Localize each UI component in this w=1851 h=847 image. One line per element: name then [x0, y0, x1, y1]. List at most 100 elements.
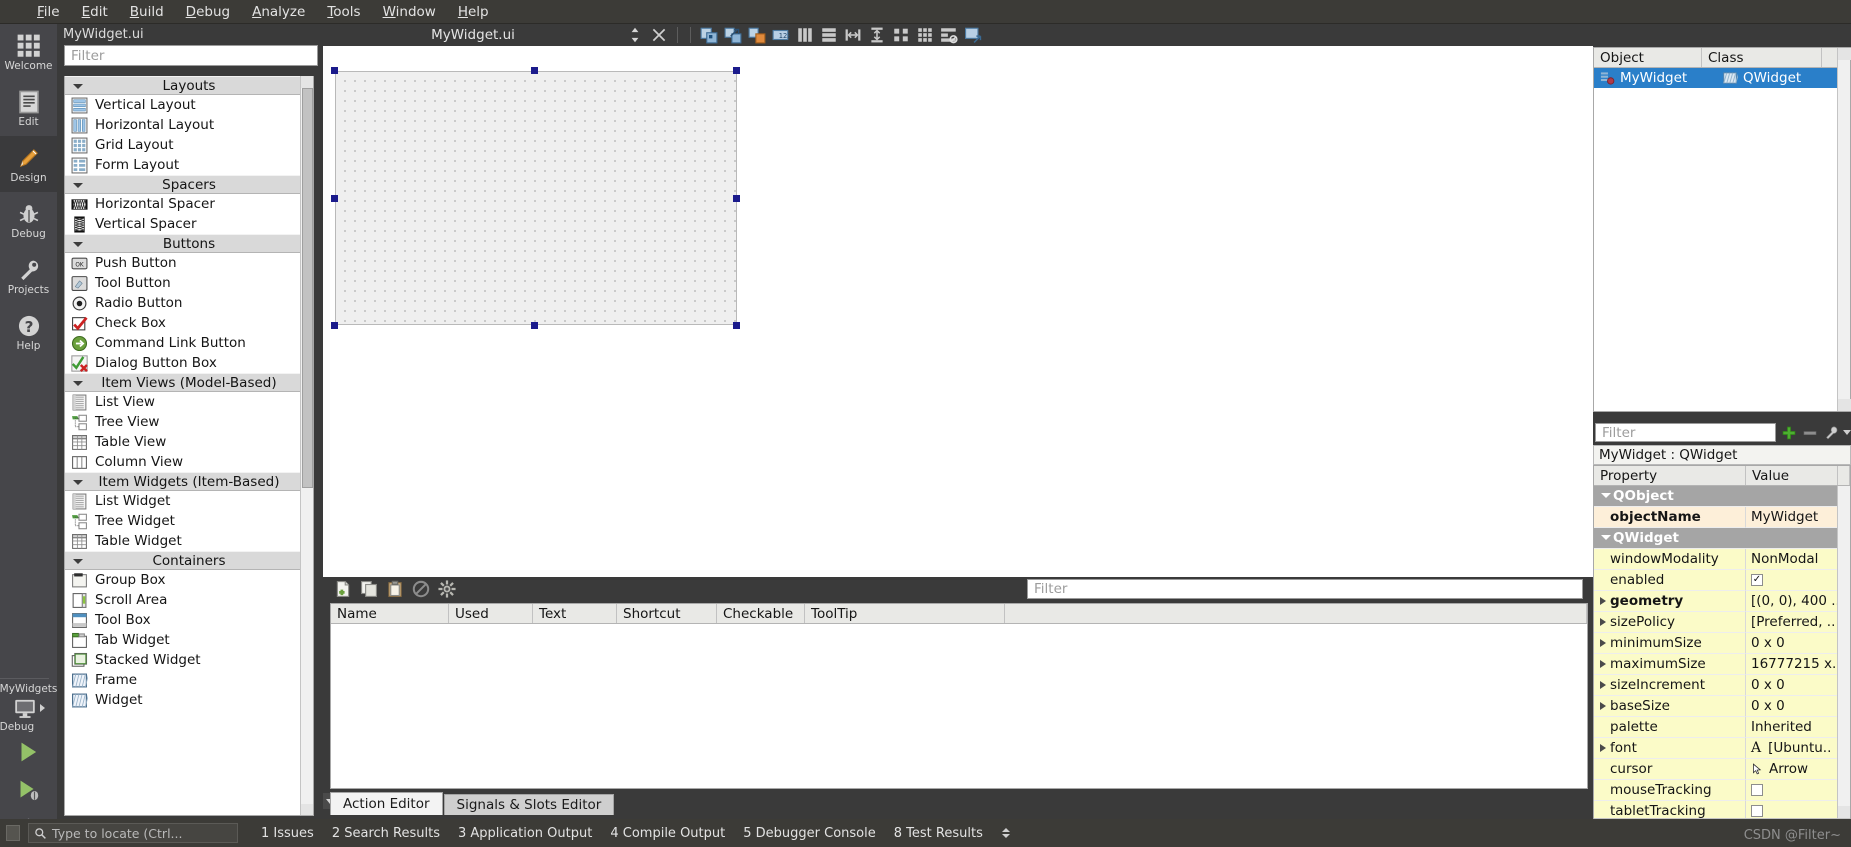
chevron-down-icon[interactable] [1843, 430, 1851, 435]
property-checkbox[interactable]: ✓ [1751, 574, 1763, 586]
property-row-value[interactable]: 0 x 0 [1746, 675, 1850, 696]
scroll-down-arrow-icon[interactable] [1838, 399, 1851, 411]
property-column-header-value[interactable]: Value [1746, 466, 1838, 485]
expand-triangle-icon[interactable] [1600, 597, 1606, 605]
toolbar-button-edit-signals-slots[interactable] [721, 24, 745, 46]
widget-item-frame[interactable]: Frame [65, 670, 313, 690]
scroll-up-arrow-icon[interactable] [1838, 48, 1851, 60]
mode-button-design[interactable]: Design [0, 136, 57, 192]
kit-target-row[interactable] [0, 695, 57, 721]
resize-handle-bottom[interactable] [531, 322, 538, 329]
remove-dynamic-property-button[interactable] [1800, 423, 1819, 442]
action-editor-filter-input[interactable]: Filter [1027, 579, 1583, 599]
property-column-header-property[interactable]: Property [1594, 466, 1746, 485]
property-row-value[interactable] [1746, 780, 1850, 801]
mode-button-edit[interactable]: Edit [0, 80, 57, 136]
output-pane-button-test-results[interactable]: 8 Test Results [885, 826, 992, 841]
property-editor-table[interactable]: Property Value QObject objectName MyWidget Q… [1593, 465, 1851, 833]
property-row-enabled[interactable]: enabled ✓ [1594, 570, 1850, 591]
add-dynamic-property-button[interactable] [1779, 423, 1798, 442]
scroll-down-arrow-icon[interactable] [301, 804, 313, 815]
widget-box-scrollbar[interactable] [300, 76, 313, 815]
property-row-value[interactable]: A [Ubuntu.. [1746, 738, 1850, 759]
widget-group-header-layouts[interactable]: Layouts [65, 76, 313, 95]
property-row-value[interactable]: Arrow [1746, 759, 1850, 780]
expand-triangle-icon[interactable] [1600, 660, 1606, 668]
property-row-value[interactable]: 0 x 0 [1746, 633, 1850, 654]
toolbar-button-edit-buddies[interactable] [745, 24, 769, 46]
resize-handle-left[interactable] [331, 195, 338, 202]
menu-analyze[interactable]: Analyze [241, 2, 316, 22]
action-editor-table[interactable]: Name Used Text Shortcut Checkable ToolTip [330, 603, 1588, 789]
toolbar-button-edit-widgets[interactable] [697, 24, 721, 46]
object-column-header-class[interactable]: Class [1702, 48, 1822, 67]
property-row-value[interactable]: [Preferred, .. [1746, 612, 1850, 633]
property-row-font[interactable]: font A [Ubuntu.. [1594, 738, 1850, 759]
widget-item-grid-layout[interactable]: Grid Layout [65, 135, 313, 155]
locator-input[interactable]: Type to locate (Ctrl... [28, 823, 238, 843]
expand-triangle-icon[interactable] [1600, 744, 1606, 752]
object-column-header-object[interactable]: Object [1594, 48, 1702, 67]
resize-handle-bottom-right[interactable] [733, 322, 740, 329]
menu-file[interactable]: File [26, 2, 71, 22]
widget-box-filter-input[interactable]: Filter [64, 45, 318, 66]
action-column-header-checkable[interactable]: Checkable [717, 604, 805, 623]
toolbar-button-layout-vertical[interactable] [817, 24, 841, 46]
mode-button-welcome[interactable]: Welcome [0, 24, 57, 80]
bottom-tab-signals-slots-editor[interactable]: Signals & Slots Editor [443, 794, 615, 815]
output-pane-button-application-output[interactable]: 3 Application Output [449, 826, 601, 841]
widget-item-form-layout[interactable]: Form Layout [65, 155, 313, 175]
property-row-palette[interactable]: palette Inherited [1594, 717, 1850, 738]
widget-item-command-link-button[interactable]: Command Link Button [65, 333, 313, 353]
scroll-down-arrow-icon[interactable] [1838, 806, 1850, 818]
property-filter-input[interactable]: Filter [1595, 423, 1776, 442]
bottom-tab-action-editor[interactable]: Action Editor [330, 792, 443, 815]
property-row-maximumSize[interactable]: maximumSize 16777215 x.. [1594, 654, 1850, 675]
property-row-value[interactable]: MyWidget [1746, 507, 1850, 528]
widget-group-header-spacers[interactable]: Spacers [65, 175, 313, 194]
action-column-header-tooltip[interactable]: ToolTip [805, 604, 1005, 623]
resize-handle-top[interactable] [531, 67, 538, 74]
menu-build[interactable]: Build [119, 2, 175, 22]
widget-item-horizontal-spacer[interactable]: Horizontal Spacer [65, 194, 313, 214]
output-pane-button-debugger-console[interactable]: 5 Debugger Console [734, 826, 885, 841]
menu-window[interactable]: Window [372, 2, 447, 22]
property-row-sizeIncrement[interactable]: sizeIncrement 0 x 0 [1594, 675, 1850, 696]
widget-item-tab-widget[interactable]: Tab Widget [65, 630, 313, 650]
toolbar-button-layout-splitter-h[interactable] [841, 24, 865, 46]
property-row-mouseTracking[interactable]: mouseTracking [1594, 780, 1850, 801]
property-row-value[interactable]: [(0, 0), 400 ... [1746, 591, 1850, 612]
expand-triangle-icon[interactable] [1600, 702, 1606, 710]
expand-triangle-icon[interactable] [1600, 681, 1606, 689]
widget-item-scroll-area[interactable]: Scroll Area [65, 590, 313, 610]
configure-button[interactable] [1821, 423, 1840, 442]
property-group-row[interactable]: QObject [1594, 486, 1850, 507]
toolbar-button-layout-splitter-v[interactable] [865, 24, 889, 46]
mode-button-help[interactable]: ? Help [0, 304, 57, 360]
form-widget-MyWidget[interactable] [335, 71, 737, 325]
menu-debug[interactable]: Debug [175, 2, 241, 22]
action-toolbar-new-action[interactable] [331, 578, 355, 600]
resize-handle-top-right[interactable] [733, 67, 740, 74]
action-toolbar-delete-action[interactable] [409, 578, 433, 600]
widget-item-tool-button[interactable]: Tool Button [65, 273, 313, 293]
widget-item-group-box[interactable]: Group Box [65, 570, 313, 590]
widget-item-tree-widget[interactable]: Tree Widget [65, 511, 313, 531]
toolbar-button-adjust-size[interactable] [961, 24, 985, 46]
scrollbar-thumb[interactable] [302, 88, 313, 488]
widget-item-tool-box[interactable]: Tool Box [65, 610, 313, 630]
widget-item-tree-view[interactable]: Tree View [65, 412, 313, 432]
widget-item-vertical-spacer[interactable]: Vertical Spacer [65, 214, 313, 234]
toolbar-button-close[interactable] [647, 24, 671, 46]
mode-button-projects[interactable]: Projects [0, 248, 57, 304]
widget-item-column-view[interactable]: Column View [65, 452, 313, 472]
expand-triangle-icon[interactable] [1600, 639, 1606, 647]
resize-handle-right[interactable] [733, 195, 740, 202]
object-inspector-scrollbar[interactable] [1837, 48, 1851, 411]
output-pane-icon[interactable] [6, 825, 20, 841]
widget-item-list-widget[interactable]: List Widget [65, 491, 313, 511]
action-toolbar-copy[interactable] [357, 578, 381, 600]
widget-group-header-containers[interactable]: Containers [65, 551, 313, 570]
property-row-geometry[interactable]: geometry [(0, 0), 400 ... [1594, 591, 1850, 612]
output-pane-updown-icon[interactable] [1001, 828, 1010, 838]
